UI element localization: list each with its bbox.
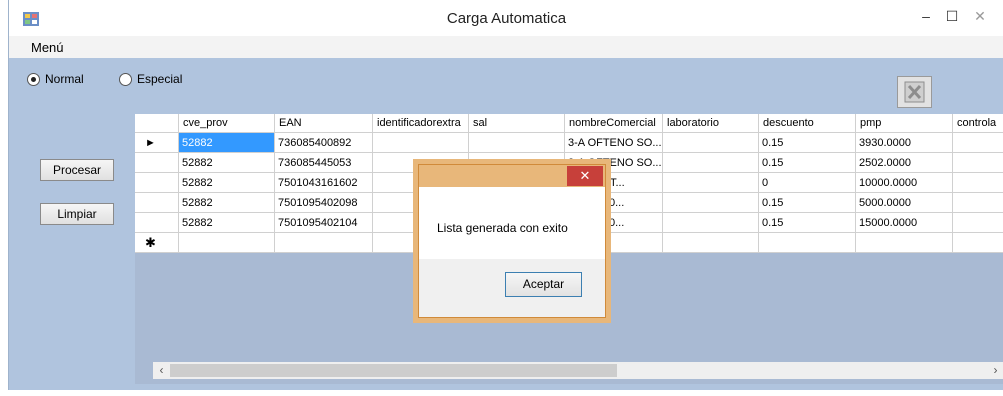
table-cell[interactable]: 2502.0000: [856, 153, 953, 173]
minimize-button[interactable]: –: [913, 6, 939, 26]
column-header[interactable]: controla: [953, 114, 1003, 133]
table-cell[interactable]: 0.15: [759, 133, 856, 153]
row-header[interactable]: [135, 213, 179, 233]
table-cell[interactable]: 52882: [179, 153, 275, 173]
excel-icon: [904, 81, 925, 103]
table-cell[interactable]: 0.15: [759, 193, 856, 213]
row-header-current[interactable]: ►: [135, 133, 179, 153]
main-window: Carga Automatica – ☐ ✕ Menú Normal Espec…: [8, 0, 1003, 390]
process-button[interactable]: Procesar: [40, 159, 114, 181]
row-header[interactable]: [135, 153, 179, 173]
table-cell[interactable]: 0: [759, 173, 856, 193]
title-bar[interactable]: Carga Automatica – ☐ ✕: [9, 0, 1003, 36]
clear-button[interactable]: Limpiar: [40, 203, 114, 225]
column-header[interactable]: identificadorextra: [373, 114, 469, 133]
column-header[interactable]: pmp: [856, 114, 953, 133]
dialog-message: Lista generada con exito: [437, 221, 568, 235]
table-cell[interactable]: 5000.0000: [856, 193, 953, 213]
table-cell[interactable]: 736085400892: [275, 133, 373, 153]
table-cell[interactable]: 52882: [179, 193, 275, 213]
table-cell[interactable]: 0.15: [759, 153, 856, 173]
radio-indicator: [27, 72, 40, 86]
maximize-button[interactable]: ☐: [939, 6, 965, 26]
scroll-right-arrow-icon[interactable]: ›: [987, 362, 1003, 379]
table-cell[interactable]: [663, 153, 759, 173]
table-cell[interactable]: 7501095402098: [275, 193, 373, 213]
column-header[interactable]: sal: [469, 114, 565, 133]
horizontal-scrollbar[interactable]: ‹ ›: [153, 362, 1003, 379]
radio-normal[interactable]: Normal: [27, 72, 84, 86]
table-cell[interactable]: [663, 193, 759, 213]
table-cell[interactable]: [953, 153, 1003, 173]
table-cell[interactable]: 0.15: [759, 213, 856, 233]
table-cell[interactable]: [953, 193, 1003, 213]
new-row-cell[interactable]: [275, 233, 373, 253]
table-cell[interactable]: [663, 173, 759, 193]
table-cell[interactable]: 52882: [179, 173, 275, 193]
row-header[interactable]: [135, 173, 179, 193]
dialog-title-bar[interactable]: ✕: [419, 165, 605, 187]
new-row-cell[interactable]: [663, 233, 759, 253]
dialog-close-button[interactable]: ✕: [567, 166, 603, 186]
table-cell[interactable]: 7501095402104: [275, 213, 373, 233]
menu-bar: Menú: [9, 36, 1003, 58]
table-cell[interactable]: [469, 133, 565, 153]
radio-label: Normal: [45, 72, 84, 86]
table-cell[interactable]: [953, 173, 1003, 193]
scrollbar-thumb[interactable]: [170, 364, 617, 377]
menu-item-menu[interactable]: Menú: [31, 40, 64, 55]
table-cell[interactable]: 52882: [179, 133, 275, 153]
grid-corner-header: [135, 114, 179, 133]
table-cell[interactable]: 15000.0000: [856, 213, 953, 233]
radio-especial[interactable]: Especial: [119, 72, 182, 86]
table-cell[interactable]: [663, 213, 759, 233]
table-cell[interactable]: 3930.0000: [856, 133, 953, 153]
table-cell[interactable]: 52882: [179, 213, 275, 233]
row-header[interactable]: [135, 193, 179, 213]
table-cell[interactable]: 10000.0000: [856, 173, 953, 193]
excel-export-button[interactable]: [897, 76, 932, 108]
table-cell[interactable]: [953, 133, 1003, 153]
new-row-cell[interactable]: [953, 233, 1003, 253]
radio-indicator: [119, 72, 132, 86]
column-header[interactable]: cve_prov: [179, 114, 275, 133]
table-cell[interactable]: 7501043161602: [275, 173, 373, 193]
new-row-cell[interactable]: [759, 233, 856, 253]
new-row-cell[interactable]: [856, 233, 953, 253]
column-header[interactable]: laboratorio: [663, 114, 759, 133]
scroll-left-arrow-icon[interactable]: ‹: [153, 362, 170, 379]
close-button[interactable]: ✕: [967, 6, 993, 26]
message-dialog: ✕ Lista generada con exito Aceptar: [418, 164, 606, 318]
column-header[interactable]: EAN: [275, 114, 373, 133]
new-row-cell[interactable]: [179, 233, 275, 253]
dialog-body: Lista generada con exito: [419, 187, 605, 259]
column-header[interactable]: descuento: [759, 114, 856, 133]
ok-button[interactable]: Aceptar: [505, 272, 582, 297]
table-cell[interactable]: 736085445053: [275, 153, 373, 173]
row-header-new[interactable]: ✱: [135, 233, 179, 253]
table-cell[interactable]: [373, 133, 469, 153]
table-cell[interactable]: 3-A OFTENO SO...: [565, 133, 663, 153]
radio-label: Especial: [137, 72, 183, 86]
table-cell[interactable]: [953, 213, 1003, 233]
column-header[interactable]: nombreComercial: [565, 114, 663, 133]
window-title: Carga Automatica: [446, 10, 567, 27]
table-cell[interactable]: [663, 133, 759, 153]
